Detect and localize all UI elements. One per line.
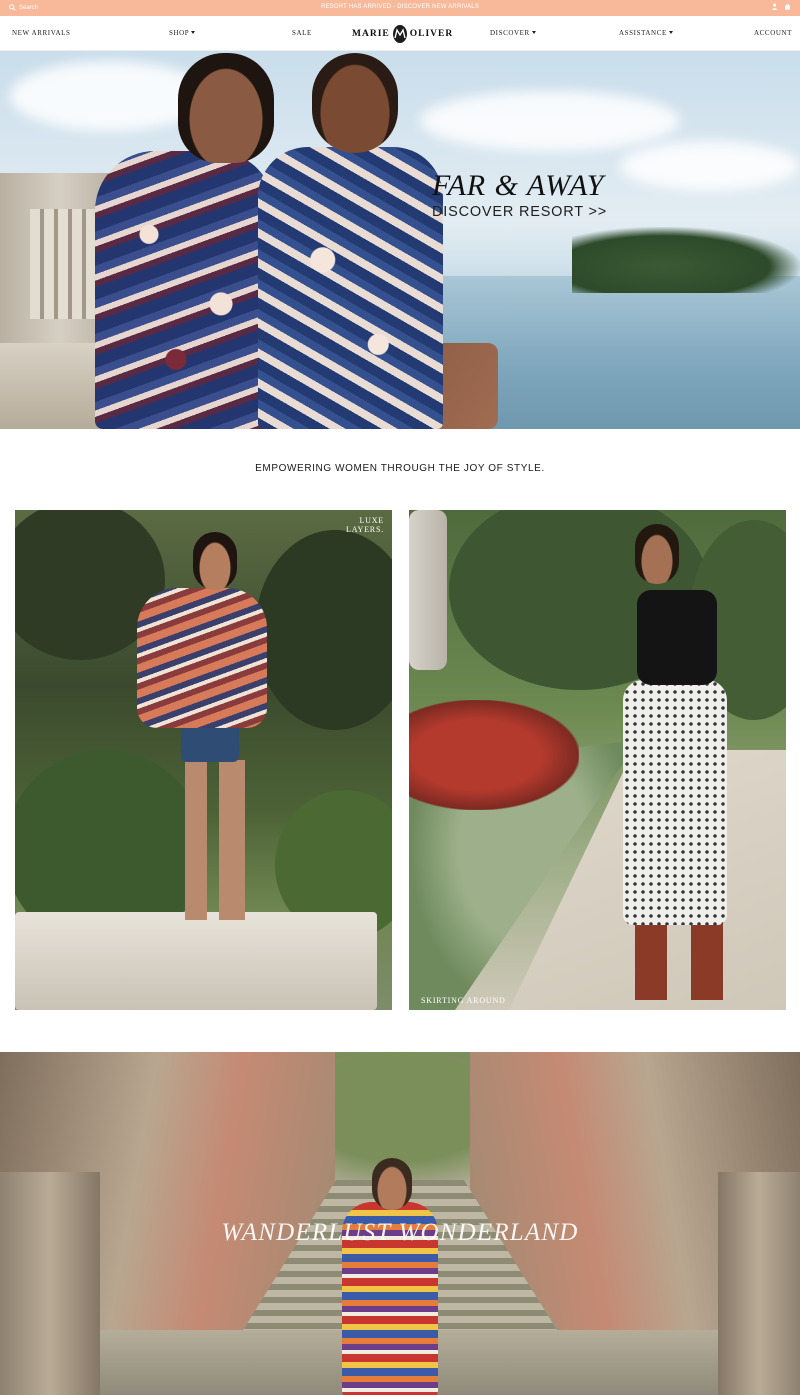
chevron-down-icon bbox=[191, 31, 196, 34]
foliage-decoration bbox=[255, 530, 392, 730]
tile-model-legs bbox=[185, 760, 245, 920]
tile-model-head bbox=[193, 532, 237, 590]
stone-pillar-right bbox=[718, 1172, 800, 1395]
garden-statue bbox=[409, 510, 447, 670]
hero-banner[interactable]: FAR & AWAY DISCOVER RESORT >> bbox=[0, 51, 800, 429]
nav-assistance[interactable]: ASSISTANCE bbox=[619, 29, 673, 37]
nav-account[interactable]: ACCOUNT bbox=[754, 29, 792, 37]
tile-model-skirt bbox=[623, 680, 727, 925]
stone-pedestal bbox=[15, 912, 377, 1010]
logo-text-left: MARIE bbox=[352, 29, 390, 39]
brand-logo[interactable]: MARIE OLIVER bbox=[352, 24, 452, 44]
red-flower-bed bbox=[409, 700, 579, 810]
hero-model-1 bbox=[95, 151, 275, 429]
announcement-bar: Search RESORT HAS ARRIVED - DISCOVER NEW… bbox=[0, 0, 800, 16]
user-icon[interactable] bbox=[771, 3, 778, 10]
tile-caption: SKIRTING AROUND bbox=[421, 996, 506, 1005]
discover-resort-link[interactable]: DISCOVER RESORT >> bbox=[432, 204, 607, 220]
tile-model-top bbox=[637, 590, 717, 685]
chevron-down-icon bbox=[668, 31, 673, 34]
nav-assistance-label: ASSISTANCE bbox=[619, 29, 667, 37]
skirting-around-tile[interactable]: SKIRTING AROUND bbox=[409, 510, 786, 1010]
nav-shop[interactable]: SHOP bbox=[169, 29, 196, 37]
bag-icon[interactable] bbox=[784, 3, 791, 10]
nav-shop-label: SHOP bbox=[169, 29, 190, 37]
tile-caption-line: LAYERS. bbox=[346, 525, 384, 534]
cloud-decoration bbox=[620, 141, 800, 191]
hero-island bbox=[572, 227, 800, 293]
cloud-decoration bbox=[420, 91, 680, 151]
stone-pillar-left bbox=[0, 1172, 100, 1395]
logo-monogram-icon bbox=[392, 25, 407, 43]
tile-caption: LUXE LAYERS. bbox=[346, 516, 384, 534]
tile-caption-line: LUXE bbox=[359, 516, 384, 525]
luxe-layers-tile[interactable]: LUXE LAYERS. bbox=[15, 510, 392, 1010]
chevron-down-icon bbox=[531, 31, 536, 34]
nav-new-arrivals[interactable]: NEW ARRIVALS bbox=[12, 29, 70, 37]
nav-discover[interactable]: DISCOVER bbox=[490, 29, 536, 37]
banner-title: WANDERLUST WONDERLAND bbox=[221, 1219, 579, 1246]
brand-tagline: EMPOWERING WOMEN THROUGH THE JOY OF STYL… bbox=[255, 463, 545, 474]
nav-sale[interactable]: SALE bbox=[292, 29, 312, 37]
hero-title: FAR & AWAY bbox=[432, 169, 605, 202]
tile-model-head bbox=[635, 524, 679, 584]
banner-model-head bbox=[372, 1158, 412, 1210]
hero-model-2 bbox=[258, 147, 443, 429]
tile-model-top bbox=[137, 588, 267, 728]
hero-model-2-head bbox=[312, 53, 398, 153]
announcement-text[interactable]: RESORT HAS ARRIVED - DISCOVER NEW ARRIVA… bbox=[0, 4, 800, 10]
main-nav: NEW ARRIVALS SHOP SALE MARIE OLIVER DISC… bbox=[0, 16, 800, 51]
hero-model-1-head bbox=[178, 53, 274, 163]
logo-text-right: OLIVER bbox=[409, 29, 454, 39]
nav-discover-label: DISCOVER bbox=[490, 29, 530, 37]
